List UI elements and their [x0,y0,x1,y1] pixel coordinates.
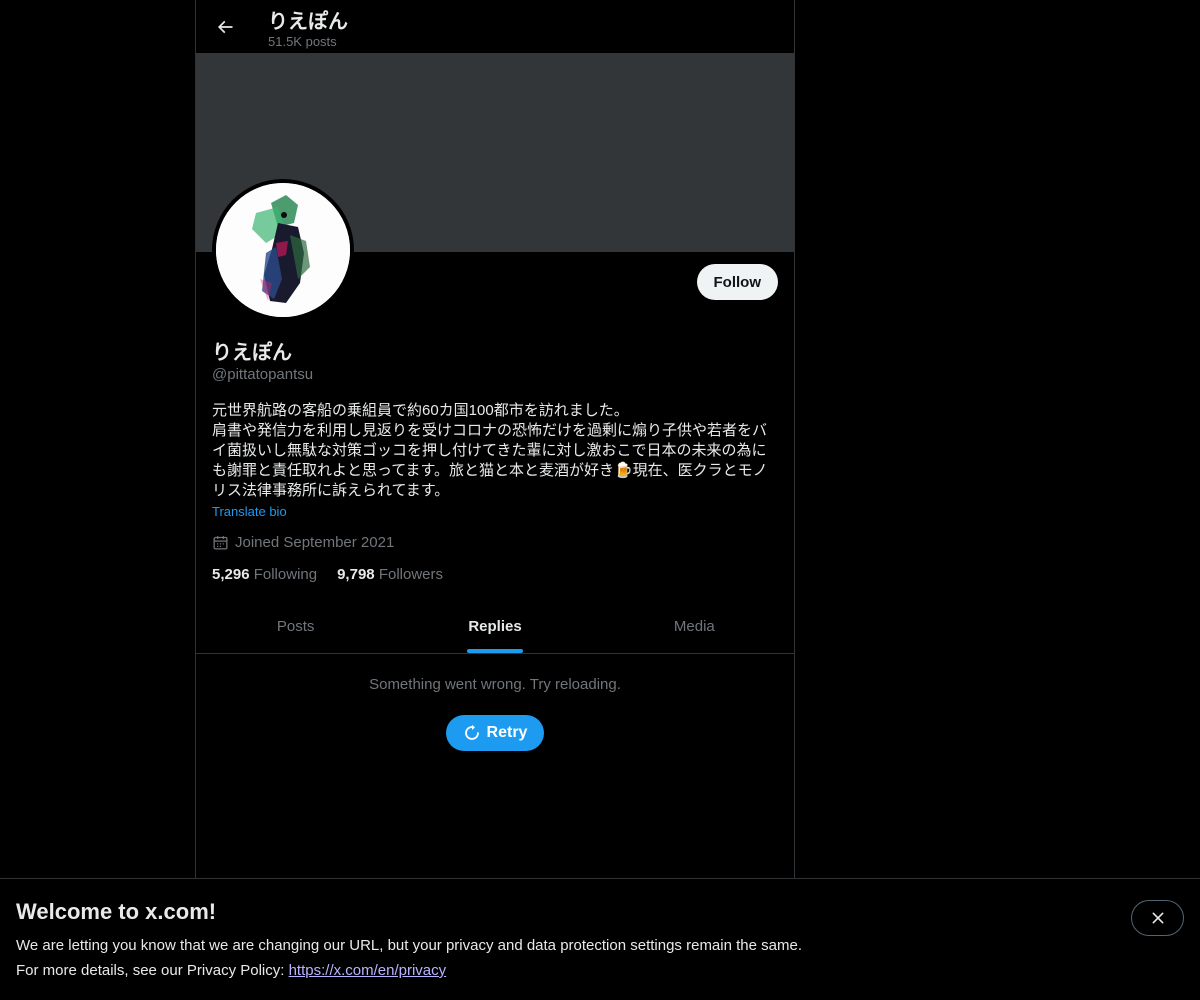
tab-posts[interactable]: Posts [196,600,395,653]
top-header: りえぽん 51.5K posts [196,0,794,53]
following-count: 5,296 [212,566,250,583]
active-tab-indicator [466,649,523,653]
follow-stats: 5,296 Following 9,798 Followers [212,566,443,583]
banner-privacy-text: For more details, see our Privacy Policy… [16,962,446,979]
profile-bio: 元世界航路の客船の乗組員で約60カ国100都市を訪れました。 肩書や発信力を利用… [212,402,768,499]
refresh-icon [464,724,479,740]
following-label: Following [253,566,318,583]
banner-text: We are letting you know that we are chan… [16,937,802,954]
error-message: Something went wrong. Try reloading. [369,676,621,693]
banner-privacy-prefix: For more details, see our Privacy Policy… [16,962,289,979]
profile-handle: @pittatopantsu [212,366,314,383]
followers-count: 9,798 [337,566,375,583]
retry-label: Retry [486,724,528,741]
retry-button[interactable]: Retry [446,715,544,751]
banner-title: Welcome to x.com! [16,899,217,924]
close-banner-button[interactable] [1131,900,1184,936]
arrow-left-icon [217,20,233,34]
profile-tabs: Posts Replies Media [196,600,794,654]
back-button[interactable] [208,10,242,44]
privacy-policy-link[interactable]: https://x.com/en/privacy [289,962,447,979]
profile-column: りえぽん 51.5K posts Follow りえぽん @pittatopan… [195,0,795,1000]
tab-label: Media [673,618,715,635]
joined-text: Joined September 2021 [235,534,395,551]
tab-replies[interactable]: Replies [395,600,594,653]
header-post-count: 51.5K posts [268,34,337,49]
calendar-icon [213,536,228,550]
tab-media[interactable]: Media [595,600,794,653]
tab-label: Posts [276,618,315,635]
profile-name: りえぽん [212,342,292,364]
joined-date: Joined September 2021 [212,534,394,551]
header-title: りえぽん [268,11,348,33]
follow-button[interactable]: Follow [696,264,778,300]
following-link[interactable]: 5,296 Following [212,566,317,583]
url-change-banner: Welcome to x.com! We are letting you kno… [0,878,1200,1000]
avatar-image [216,183,350,317]
tab-label: Replies [468,618,522,635]
followers-label: Followers [378,566,443,583]
translate-bio-link[interactable]: Translate bio [212,504,287,519]
close-icon [1152,912,1163,924]
avatar[interactable] [212,179,354,321]
followers-link[interactable]: 9,798 Followers [337,566,443,583]
